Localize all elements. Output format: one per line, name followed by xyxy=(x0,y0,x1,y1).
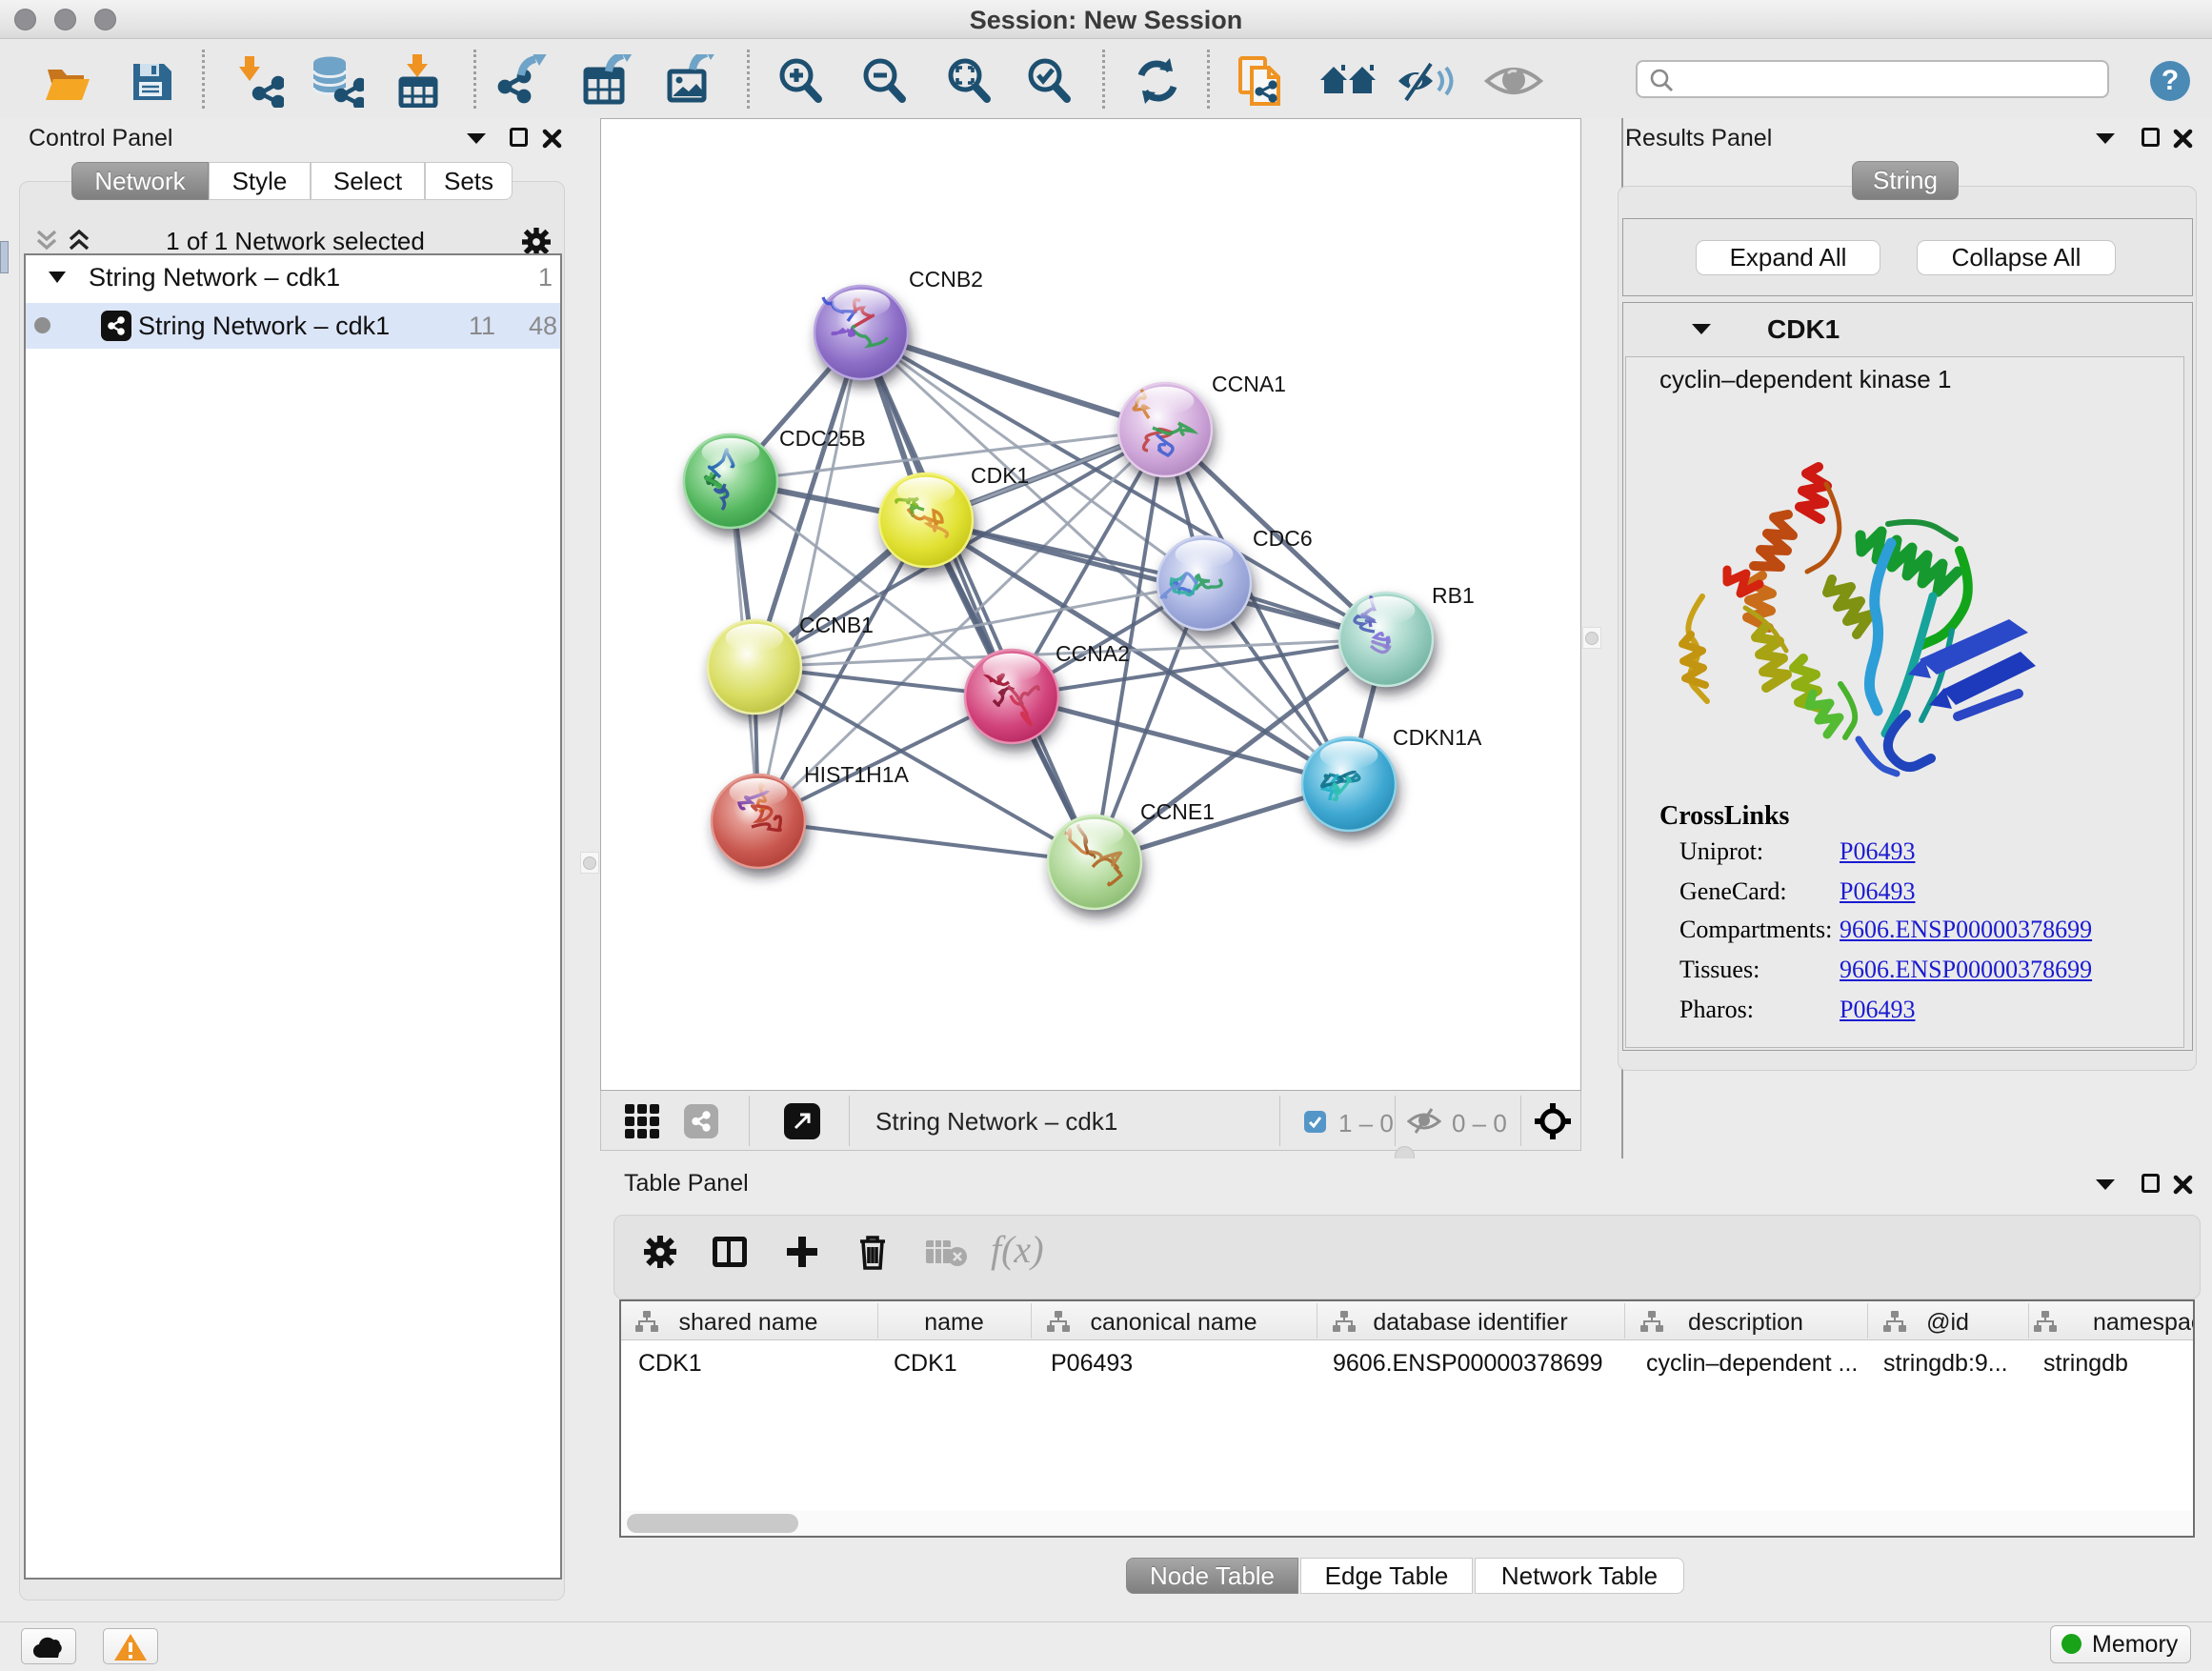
svg-text:CDK1: CDK1 xyxy=(971,463,1029,488)
svg-text:CCNB1: CCNB1 xyxy=(799,613,874,637)
svg-text:CCNA2: CCNA2 xyxy=(1056,641,1130,666)
svg-text:CDC6: CDC6 xyxy=(1253,526,1313,551)
svg-text:CCNB2: CCNB2 xyxy=(909,267,983,292)
svg-text:RB1: RB1 xyxy=(1432,583,1475,608)
svg-text:CCNE1: CCNE1 xyxy=(1140,799,1215,824)
svg-text:HIST1H1A: HIST1H1A xyxy=(804,762,910,787)
svg-text:CDKN1A: CDKN1A xyxy=(1393,725,1482,750)
svg-text:CDC25B: CDC25B xyxy=(779,426,866,451)
svg-text:CCNA1: CCNA1 xyxy=(1212,372,1286,396)
